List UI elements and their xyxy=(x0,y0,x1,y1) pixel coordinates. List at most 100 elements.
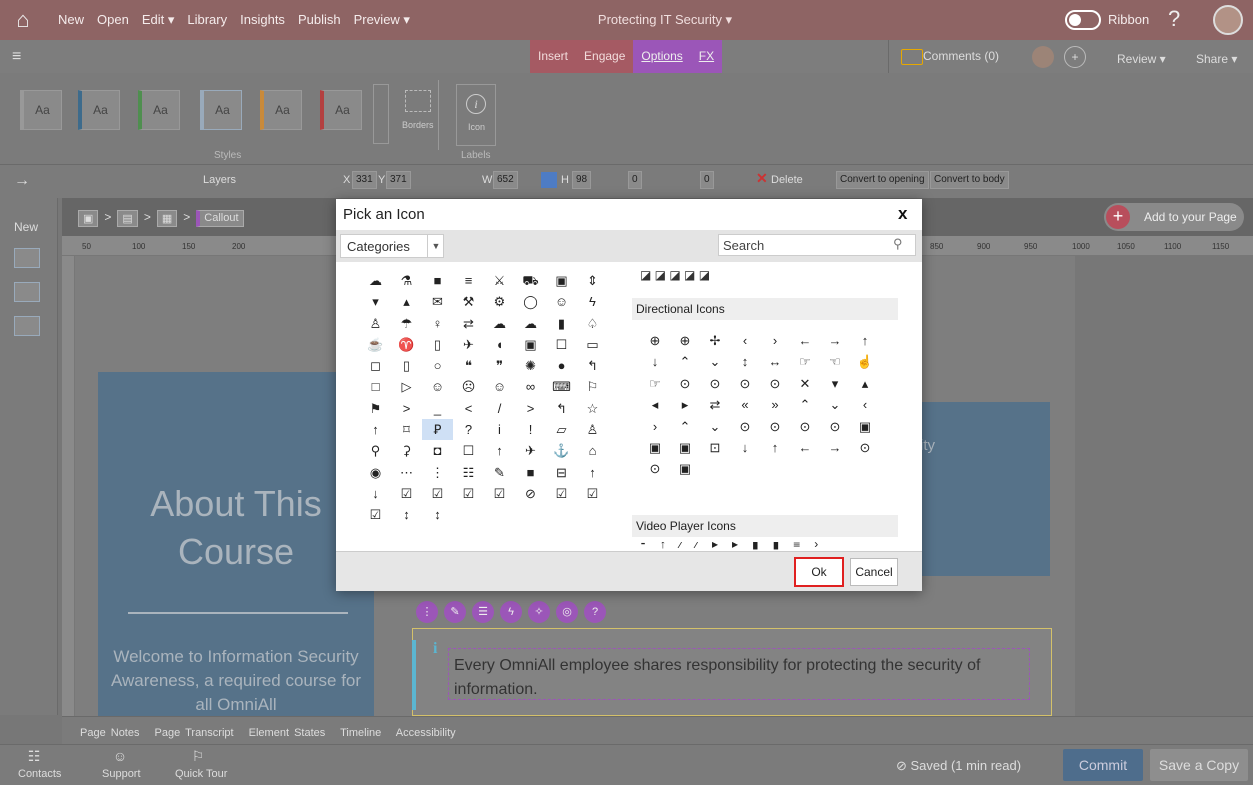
icon-option[interactable]: ◯ xyxy=(515,291,546,312)
style-option-6[interactable]: Aa xyxy=(320,90,362,130)
menu-library[interactable]: Library xyxy=(187,12,227,28)
icon-option[interactable]: ☹ xyxy=(453,376,484,397)
icon-option[interactable]: ☑ xyxy=(360,504,391,525)
icon-option[interactable]: ⇄ xyxy=(453,313,484,334)
more-options-icon[interactable]: ⋮ xyxy=(416,601,438,623)
icon-row[interactable]: ◪ ◪ ◪ ◪ ◪ xyxy=(640,268,710,282)
icon-option[interactable]: ⇄ xyxy=(700,394,730,415)
icon-option[interactable]: ↰ xyxy=(577,355,608,376)
icon-option[interactable]: ▣ xyxy=(670,458,700,479)
icon-option[interactable]: ⊡ xyxy=(700,437,730,458)
icon-option[interactable]: ⊙ xyxy=(760,416,790,437)
layout-icon[interactable] xyxy=(14,248,40,268)
icon-option[interactable]: Ꝑ xyxy=(422,419,453,441)
delete-button[interactable]: Delete xyxy=(771,174,803,186)
menu-new[interactable]: New xyxy=(58,12,84,28)
collaborator-avatar[interactable] xyxy=(1032,46,1054,68)
y-field[interactable]: 371 xyxy=(386,171,411,189)
collapse-arrow-icon[interactable]: → xyxy=(14,172,30,190)
icon-option[interactable]: ☑ xyxy=(422,483,453,504)
icon-option[interactable]: ⌨ xyxy=(546,376,577,397)
icon-option[interactable]: ⚳ xyxy=(391,440,422,461)
styles-scroll[interactable] xyxy=(373,84,389,144)
search-icon[interactable]: ⚲ xyxy=(893,236,903,252)
icon-option[interactable]: ↓ xyxy=(360,483,391,504)
icon-option[interactable]: ▣ xyxy=(640,437,670,458)
icon-option[interactable]: ⚑ xyxy=(360,398,391,419)
icon-option[interactable]: ⇕ xyxy=(577,270,608,291)
icon-option[interactable]: ☁ xyxy=(484,313,515,334)
help-circle-icon[interactable]: ? xyxy=(584,601,606,623)
icon-option[interactable]: ▴ xyxy=(391,291,422,312)
icon-option[interactable]: ⌑ xyxy=(391,419,422,440)
icon-option[interactable]: ☺ xyxy=(422,376,453,397)
icon-option[interactable]: ⌃ xyxy=(670,351,700,372)
icon-option[interactable]: ↓ xyxy=(730,437,760,458)
add-to-page-button[interactable]: Add to your Page xyxy=(1104,203,1244,231)
lock-ratio-checkbox[interactable] xyxy=(541,172,557,188)
icon-option[interactable]: > xyxy=(515,398,546,419)
icon-option[interactable]: ‹ xyxy=(730,330,760,351)
support-label[interactable]: Support xyxy=(102,768,141,780)
info-text[interactable]: Every OmniAll employee shares responsibi… xyxy=(448,648,1030,700)
icon-option[interactable]: ◉ xyxy=(360,462,391,483)
share-menu[interactable]: Share ▾ xyxy=(1196,52,1237,66)
icon-option[interactable]: ↰ xyxy=(546,398,577,419)
icon-option[interactable]: ⊙ xyxy=(820,416,850,437)
icon-option[interactable]: ⊙ xyxy=(790,416,820,437)
icon-option[interactable]: ☐ xyxy=(453,440,484,461)
icon-option[interactable]: ◘ xyxy=(422,440,453,461)
icon-option[interactable]: ⌄ xyxy=(700,351,730,372)
icon-option[interactable]: ○ xyxy=(422,355,453,376)
commit-button[interactable]: Commit xyxy=(1063,749,1143,781)
icon-option[interactable]: ☜ xyxy=(820,351,850,372)
icon-option[interactable]: ▯ xyxy=(422,334,453,355)
icon-option[interactable]: ↔ xyxy=(760,351,790,372)
breadcrumb-group[interactable]: ▦ xyxy=(156,210,178,227)
ok-button[interactable]: Ok xyxy=(794,557,844,587)
icon-option[interactable]: ▣ xyxy=(850,416,880,437)
icon-option[interactable]: ↕ xyxy=(730,351,760,372)
icon-option[interactable]: ⋮ xyxy=(422,462,453,483)
icon-option[interactable]: ⚔ xyxy=(484,270,515,291)
h-field[interactable]: 98 xyxy=(572,171,592,189)
tab-engage[interactable]: Engage xyxy=(576,40,633,73)
convert-to-opening-button[interactable]: Convert to opening xyxy=(836,171,929,189)
target-icon[interactable]: ◎ xyxy=(556,601,578,623)
icon-option[interactable]: ⌂ xyxy=(577,440,608,461)
icon-option[interactable]: _ xyxy=(422,398,453,419)
icon-option[interactable]: ♈ xyxy=(391,334,422,355)
icon-option[interactable]: ❝ xyxy=(453,355,484,376)
icon-option[interactable]: ⊙ xyxy=(730,373,760,394)
signpost-icon[interactable]: ⚐ xyxy=(186,748,210,766)
icon-option[interactable]: > xyxy=(391,398,422,419)
icon-option[interactable]: ◂ xyxy=(640,394,670,415)
icon-option[interactable]: ▣ xyxy=(546,270,577,291)
icon-option[interactable]: ☑ xyxy=(484,483,515,504)
icon-option[interactable]: ♤ xyxy=(577,313,608,334)
convert-to-body-button[interactable]: Convert to body xyxy=(930,171,1009,189)
welcome-text[interactable]: Welcome to Information Security Awarenes… xyxy=(108,645,364,715)
icon-option[interactable]: / xyxy=(484,398,515,419)
menu-open[interactable]: Open xyxy=(97,12,129,28)
icon-option[interactable]: ⚐ xyxy=(577,376,608,397)
icon-option[interactable]: ☁ xyxy=(515,313,546,334)
icon-option[interactable]: ✈ xyxy=(453,334,484,355)
menu-publish[interactable]: Publish xyxy=(298,12,341,28)
icon-option[interactable]: ▾ xyxy=(360,291,391,312)
contacts-icon[interactable]: ☷ xyxy=(22,748,46,766)
search-input[interactable]: Search xyxy=(718,234,916,256)
icon-option[interactable]: ♀ xyxy=(422,313,453,334)
icon-option[interactable]: ◖ xyxy=(484,334,515,355)
search-page-icon[interactable] xyxy=(14,316,40,336)
icon-option[interactable]: « xyxy=(730,394,760,415)
opacity-field[interactable]: 0 xyxy=(628,171,642,189)
cancel-button[interactable]: Cancel xyxy=(850,558,898,586)
tab-options[interactable]: Options xyxy=(633,40,691,73)
icon-option[interactable]: ▱ xyxy=(546,419,577,440)
style-option-5[interactable]: Aa xyxy=(260,90,302,130)
icon-option[interactable]: ▴ xyxy=(850,373,880,394)
icon-option[interactable]: › xyxy=(760,330,790,351)
icon-option[interactable]: ☷ xyxy=(453,462,484,483)
contacts-label[interactable]: Contacts xyxy=(18,768,61,780)
